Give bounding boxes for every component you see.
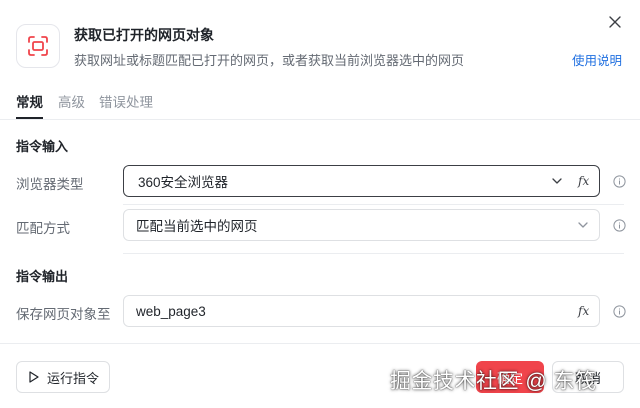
tab-error-handling[interactable]: 错误处理 — [99, 91, 153, 111]
chevron-down-icon[interactable] — [576, 218, 590, 232]
help-link[interactable]: 使用说明 — [572, 50, 622, 69]
active-tab-indicator — [16, 117, 43, 119]
input-section-title: 指令输入 — [16, 139, 69, 154]
browser-type-value: 360安全浏览器 — [138, 175, 229, 190]
tab-general[interactable]: 常规 — [16, 91, 43, 111]
browser-target-icon — [16, 24, 60, 68]
browser-type-label: 浏览器类型 — [16, 177, 84, 192]
fx-icon[interactable]: fx — [578, 174, 589, 188]
tab-bar: 常规 高级 错误处理 — [0, 82, 640, 120]
browser-type-select[interactable]: 360安全浏览器 fx — [123, 165, 600, 197]
row-divider — [123, 204, 624, 205]
info-icon[interactable] — [612, 304, 626, 318]
save-object-label: 保存网页对象至 — [16, 307, 111, 322]
play-icon — [29, 371, 39, 383]
save-object-input[interactable]: web_page3 fx — [123, 295, 600, 327]
tab-advanced[interactable]: 高级 — [58, 91, 85, 111]
info-icon[interactable] — [612, 218, 626, 232]
dialog-header: 获取已打开的网页对象 获取网址或标题匹配已打开的网页，或者获取当前浏览器选中的网… — [0, 0, 640, 82]
fx-icon[interactable]: fx — [578, 304, 589, 318]
watermark: 掘金技术社区 @ 东筏 — [390, 370, 597, 393]
close-icon — [609, 16, 621, 28]
run-command-label: 运行指令 — [47, 370, 100, 386]
output-section-title: 指令输出 — [16, 269, 69, 284]
close-button[interactable] — [606, 13, 624, 31]
match-mode-select[interactable]: 匹配当前选中的网页 — [123, 209, 600, 241]
dialog-title: 获取已打开的网页对象 — [74, 27, 214, 43]
info-icon[interactable] — [612, 174, 626, 188]
dialog-subtitle: 获取网址或标题匹配已打开的网页，或者获取当前浏览器选中的网页 — [74, 53, 465, 68]
run-command-button[interactable]: 运行指令 — [16, 361, 110, 393]
section-divider — [123, 253, 624, 254]
save-object-value: web_page3 — [136, 303, 206, 319]
chevron-down-icon[interactable] — [550, 174, 564, 188]
match-mode-value: 匹配当前选中的网页 — [136, 219, 258, 234]
match-mode-label: 匹配方式 — [16, 221, 70, 236]
